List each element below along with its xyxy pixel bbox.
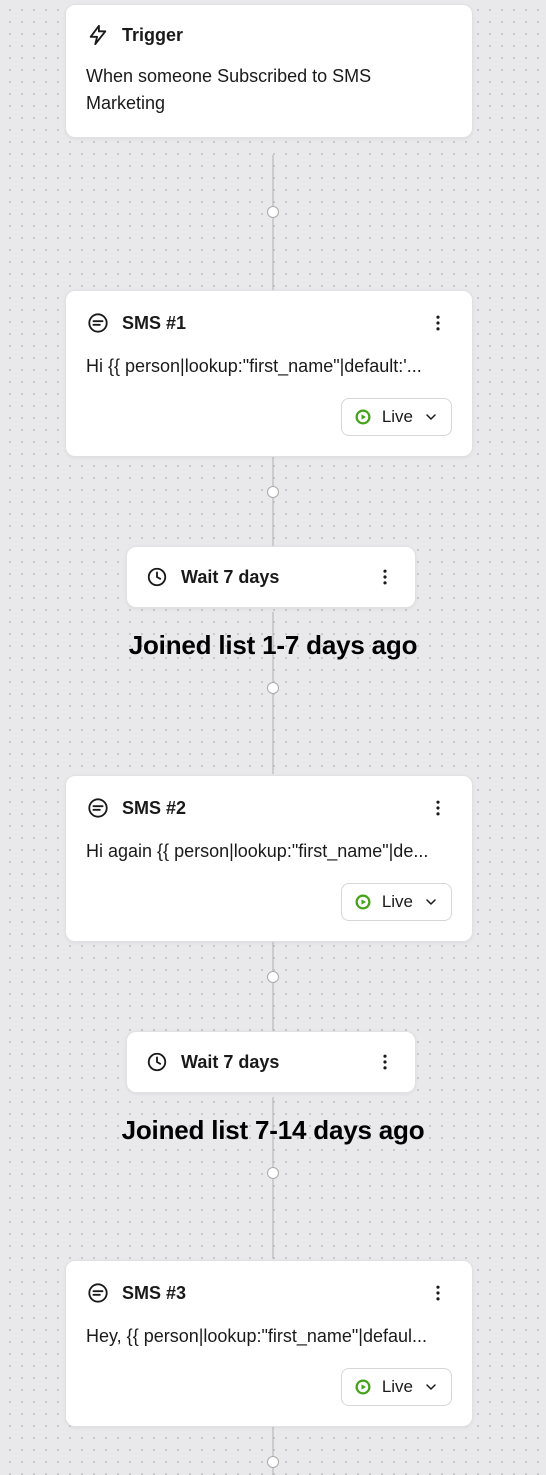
wait-card-2[interactable]: Wait 7 days (126, 1031, 416, 1093)
status-dropdown[interactable]: Live (341, 883, 452, 921)
more-options-button[interactable] (424, 794, 452, 822)
lightning-icon (86, 23, 110, 47)
trigger-title: Trigger (122, 25, 183, 46)
chevron-down-icon (423, 894, 439, 910)
flow-connector-dot (267, 1167, 279, 1179)
flow-connector-dot (267, 1456, 279, 1468)
flow-connector-dot (267, 682, 279, 694)
chevron-down-icon (423, 409, 439, 425)
wait-card-1[interactable]: Wait 7 days (126, 546, 416, 608)
flow-connector-dot (267, 486, 279, 498)
clock-icon (145, 1050, 169, 1074)
status-dropdown[interactable]: Live (341, 398, 452, 436)
sms-body-preview: Hi {{ person|lookup:"first_name"|default… (86, 353, 452, 380)
flow-connector-dot (267, 971, 279, 983)
sms-body-preview: Hey, {{ person|lookup:"first_name"|defau… (86, 1323, 452, 1350)
annotation-text: Joined list 1-7 days ago (0, 630, 546, 661)
sms-icon (86, 796, 110, 820)
play-status-icon (354, 893, 372, 911)
more-options-button[interactable] (424, 1279, 452, 1307)
status-label: Live (382, 407, 413, 427)
more-options-button[interactable] (424, 309, 452, 337)
sms-card-title: SMS #3 (122, 1283, 186, 1304)
chevron-down-icon (423, 1379, 439, 1395)
more-options-button[interactable] (371, 563, 399, 591)
wait-card-title: Wait 7 days (181, 1052, 279, 1073)
sms-card-2[interactable]: SMS #2 Hi again {{ person|lookup:"first_… (65, 775, 473, 942)
flow-connector-dot (267, 206, 279, 218)
status-label: Live (382, 1377, 413, 1397)
sms-icon (86, 1281, 110, 1305)
sms-card-1[interactable]: SMS #1 Hi {{ person|lookup:"first_name"|… (65, 290, 473, 457)
trigger-card[interactable]: Trigger When someone Subscribed to SMS M… (65, 4, 473, 138)
more-options-button[interactable] (371, 1048, 399, 1076)
status-dropdown[interactable]: Live (341, 1368, 452, 1406)
sms-card-title: SMS #1 (122, 313, 186, 334)
play-status-icon (354, 408, 372, 426)
sms-icon (86, 311, 110, 335)
annotation-text: Joined list 7-14 days ago (0, 1115, 546, 1146)
trigger-description: When someone Subscribed to SMS Marketing (86, 63, 452, 117)
clock-icon (145, 565, 169, 589)
sms-card-3[interactable]: SMS #3 Hey, {{ person|lookup:"first_name… (65, 1260, 473, 1427)
sms-body-preview: Hi again {{ person|lookup:"first_name"|d… (86, 838, 452, 865)
play-status-icon (354, 1378, 372, 1396)
sms-card-title: SMS #2 (122, 798, 186, 819)
wait-card-title: Wait 7 days (181, 567, 279, 588)
status-label: Live (382, 892, 413, 912)
